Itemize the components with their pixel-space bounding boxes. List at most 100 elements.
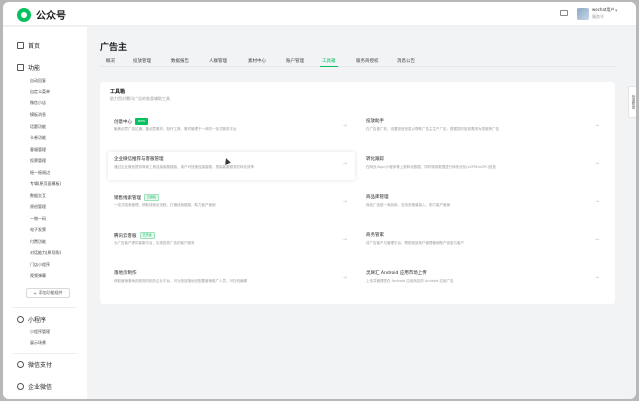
account-name[interactable]: wechat用户 bbox=[592, 7, 615, 13]
sidebar-item[interactable]: 小程序管理 bbox=[30, 329, 50, 335]
chevron-right-icon: → bbox=[594, 237, 599, 243]
sidebar-item[interactable]: 付费功能 bbox=[30, 239, 46, 245]
add-plugin-label: 添加功能插件 bbox=[38, 290, 63, 295]
tool-name: 投放助手 bbox=[366, 119, 384, 124]
tab-audience[interactable]: 人群管理 bbox=[209, 58, 227, 64]
mini-program-icon bbox=[17, 316, 24, 323]
wechat-pay-icon bbox=[17, 361, 24, 368]
tab-reports[interactable]: 数据报告 bbox=[171, 58, 189, 64]
active-tab-indicator bbox=[320, 66, 338, 67]
tool-name: 商品库管理 bbox=[366, 195, 389, 200]
toolbox-card: 工具箱 助力您对腾讯广告的各类辅助工具 创意中心 NEW 聚焦创意广告拉通，集创意… bbox=[100, 82, 615, 304]
tab-delivery[interactable]: 投放管理 bbox=[133, 58, 151, 64]
divider bbox=[13, 353, 77, 354]
add-plugin-button[interactable]: + 添加功能插件 bbox=[26, 288, 70, 298]
sidebar-home-label: 首页 bbox=[28, 43, 41, 50]
sidebar-item[interactable]: 模板消息 bbox=[30, 112, 46, 118]
sidebar-item[interactable]: 电子发票 bbox=[30, 227, 46, 233]
tool-name: 企业微信推荐与客服管理 bbox=[114, 157, 164, 162]
sidebar-item[interactable]: 话题功能 bbox=[30, 124, 46, 130]
sidebar-item[interactable]: 展示场景 bbox=[30, 340, 46, 346]
tool-name: 腾讯云客服 bbox=[114, 233, 137, 239]
account-type: 服务号 bbox=[592, 14, 604, 19]
tab-provider-auth[interactable]: 服务商授权 bbox=[356, 58, 379, 64]
chevron-right-icon: → bbox=[594, 275, 599, 281]
tool-item[interactable]: 腾讯云客服 已开通 为广告客户提供客服平台，实现投放广告的客户服务 → bbox=[108, 228, 355, 256]
sidebar-item[interactable]: 投票管理 bbox=[30, 158, 46, 164]
card-title: 工具箱 bbox=[110, 89, 126, 95]
tool-description: 将广告客户与管理平台，帮助投放商户管理营销账户信息与客户 bbox=[366, 241, 464, 245]
quick-help-panel[interactable]: 快速帮助 bbox=[628, 86, 636, 118]
tool-item[interactable]: 销售线索管理 已授权 一站式线索管理，获取线索全流程，打通线索链路，助力客户营销 … bbox=[108, 190, 355, 218]
sidebar-functions[interactable]: 功能 bbox=[3, 63, 40, 72]
sidebar-item[interactable]: 原创管理 bbox=[30, 204, 46, 210]
tool-item[interactable]: 商品库管理 商品广告统一商品库，支持多渠道接入，助力客户营销 → bbox=[360, 190, 607, 218]
app-name: 公众号 bbox=[36, 11, 66, 22]
sidebar-item[interactable]: 客服管理 bbox=[30, 147, 46, 153]
tab-bar: 概况 投放管理 数据报告 人群管理 素材中心 账户管理 工具箱 服务商授权 消息… bbox=[100, 55, 615, 67]
sidebar: 首页 功能 自动回复 自定义菜单 微信小店 模板消息 话题功能 卡券功能 客服管… bbox=[3, 27, 87, 399]
sidebar-work-wechat[interactable]: 企业微信 bbox=[3, 382, 52, 391]
chevron-right-icon: → bbox=[594, 161, 599, 167]
tool-description: 上传并管理您在 Android 应用商店的 Android 应用广告 bbox=[366, 279, 454, 283]
work-wechat-icon bbox=[17, 383, 24, 390]
tool-item[interactable]: 创意中心 NEW 聚焦创意广告拉通，集创意素材、制作工具、素材管理于一体的一站式服… bbox=[108, 114, 355, 142]
tab-toolbox[interactable]: 工具箱 bbox=[322, 58, 336, 64]
tool-description: 为广告客户提供客服平台，实现投放广告的客户服务 bbox=[114, 241, 195, 245]
app-window: 公众号 wechat用户 服务号 ▾ 首页 功能 自动回复 自定义菜单 微信小店… bbox=[3, 2, 636, 399]
chevron-down-icon[interactable]: ▾ bbox=[615, 8, 618, 14]
chevron-right-icon: → bbox=[342, 275, 347, 281]
tool-name: 销售线索管理 bbox=[114, 195, 141, 201]
sidebar-item[interactable]: 自定义菜单 bbox=[30, 89, 50, 95]
tool-badge: 已授权 bbox=[144, 194, 160, 201]
tool-name: 创意中心 bbox=[114, 119, 132, 125]
tool-name: 落地页制作 bbox=[114, 271, 137, 276]
tool-item[interactable]: 转化跟踪 在网页/App/小程序等上报转化数据，同时使用数据进行转化优化(oCP… bbox=[360, 152, 607, 180]
tool-item[interactable]: 落地页制作 获取营销落地页服务的相关企业平台，可为投放落地页配置营销推广人员，可… bbox=[108, 266, 355, 294]
home-icon bbox=[17, 42, 24, 49]
tool-item[interactable]: 商务管家 将广告客户与管理平台，帮助投放商户管理营销账户信息与客户 → bbox=[360, 228, 607, 256]
sidebar-item[interactable]: 数据交互 bbox=[30, 193, 46, 199]
sidebar-item[interactable]: 门店小程序 bbox=[30, 262, 50, 268]
tool-description: 商品广告统一商品库，支持多渠道接入，助力客户营销 bbox=[366, 203, 450, 207]
tool-description: 一站式线索管理，获取线索全流程，打通线索链路，助力客户营销 bbox=[114, 203, 216, 207]
tool-badge: NEW bbox=[135, 118, 149, 125]
wechat-logo-icon bbox=[17, 7, 31, 22]
plus-icon: + bbox=[33, 290, 37, 296]
chevron-right-icon: → bbox=[594, 123, 599, 129]
avatar[interactable] bbox=[577, 8, 589, 20]
tab-overview[interactable]: 概况 bbox=[106, 58, 115, 64]
app-logo[interactable]: 公众号 bbox=[17, 7, 66, 22]
tab-assets[interactable]: 素材中心 bbox=[248, 58, 266, 64]
tool-description: 通过企业微信提供商家工具连接客服链路，用户可快速连接客服，提高客服服务的转化效率 bbox=[114, 165, 254, 169]
tool-item[interactable]: 企业微信推荐与客服管理 通过企业微信提供商家工具连接客服链路，用户可快速连接客服… bbox=[108, 152, 355, 180]
mail-icon[interactable] bbox=[560, 10, 568, 16]
sidebar-item[interactable]: 卡券功能 bbox=[30, 135, 46, 141]
tool-description: 在网页/App/小程序等上报转化数据，同时使用数据进行转化优化(oCPM/oCP… bbox=[366, 165, 496, 169]
tab-notices[interactable]: 消息公告 bbox=[397, 58, 415, 64]
sidebar-item[interactable]: 自动回复 bbox=[30, 78, 46, 84]
sidebar-wechat-pay-label: 微信支付 bbox=[28, 362, 53, 369]
sidebar-item[interactable]: 一物一码 bbox=[30, 216, 46, 222]
sidebar-item[interactable]: 视频弹幕 bbox=[30, 273, 46, 279]
top-bar: 公众号 wechat用户 服务号 ▾ bbox=[3, 2, 636, 26]
sidebar-mini-program[interactable]: 小程序 bbox=[3, 315, 46, 324]
tab-account[interactable]: 账户管理 bbox=[286, 58, 304, 64]
sidebar-mini-program-label: 小程序 bbox=[28, 317, 47, 324]
sidebar-home[interactable]: 首页 bbox=[3, 41, 40, 50]
sidebar-item[interactable]: 摇一摇周边 bbox=[30, 170, 50, 176]
tool-name: 灵犀汇 Android 应用市场上传 bbox=[366, 271, 427, 276]
sidebar-functions-label: 功能 bbox=[28, 65, 41, 72]
sidebar-item[interactable]: 微信小店 bbox=[30, 100, 46, 106]
sidebar-wechat-pay[interactable]: 微信支付 bbox=[3, 360, 52, 369]
tool-badge: 已开通 bbox=[139, 232, 155, 239]
tool-item[interactable]: 灵犀汇 Android 应用市场上传 上传并管理您在 Android 应用商店的… bbox=[360, 266, 607, 294]
grid-icon bbox=[17, 64, 24, 71]
tool-item[interactable]: 投放助手 在广告推广前，设置投放信息以帮助广告主生产广告，根据您的投放需求为您推… bbox=[360, 114, 607, 142]
tool-description: 聚焦创意广告拉通，集创意素材、制作工具、素材管理于一体的一站式服务平台 bbox=[114, 127, 237, 131]
chevron-right-icon: → bbox=[342, 161, 347, 167]
chevron-right-icon: → bbox=[342, 123, 347, 129]
chevron-right-icon: → bbox=[342, 237, 347, 243]
sidebar-item[interactable]: 专辑(原页面模板) bbox=[30, 181, 61, 187]
sidebar-item[interactable]: 对话能力(原导购) bbox=[30, 250, 61, 256]
